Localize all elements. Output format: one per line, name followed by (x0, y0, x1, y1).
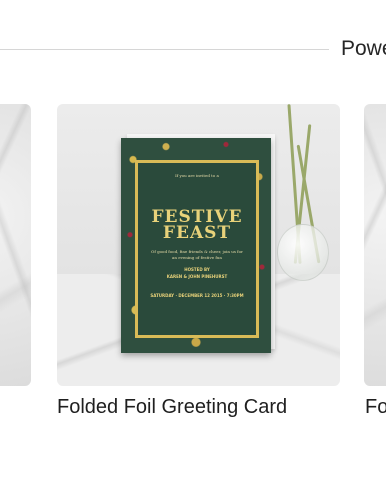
product-image-main: If you are invited to a FESTIVE FEAST Of… (57, 104, 340, 386)
product-carousel: If you are invited to a FESTIVE FEAST Of… (0, 0, 386, 500)
invite-hosted-by: HOSTED BY (184, 267, 210, 272)
gold-foil-frame: If you are invited to a FESTIVE FEAST Of… (135, 160, 259, 338)
invitation-card: If you are invited to a FESTIVE FEAST Of… (121, 138, 271, 353)
product-card-right[interactable] (364, 104, 386, 386)
invite-body: Of good food, fine friends & cheer, join… (151, 249, 243, 260)
product-card-left[interactable] (0, 104, 31, 386)
product-title-right[interactable]: Fo (365, 396, 386, 419)
invite-hosts: KAREN & JOHN PINEHURST (166, 274, 228, 279)
invite-title-line2: FEAST (162, 223, 232, 243)
invite-date: SATURDAY · DECEMBER 12 2015 · 7:30PM (150, 293, 244, 298)
product-image-right (364, 104, 386, 386)
invite-intro: If you are invited to a (175, 173, 219, 178)
product-card-folded-foil[interactable]: If you are invited to a FESTIVE FEAST Of… (57, 104, 340, 386)
glass-vase (277, 224, 329, 281)
product-image-left (0, 104, 31, 386)
product-title-folded-foil[interactable]: Folded Foil Greeting Card (57, 396, 287, 419)
